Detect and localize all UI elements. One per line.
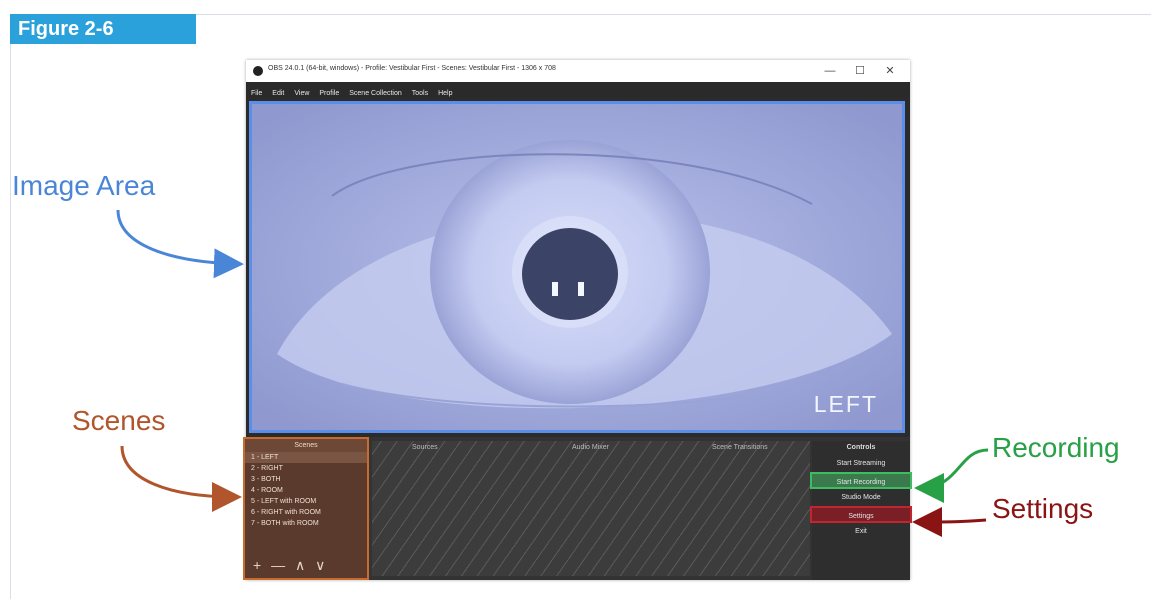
scenes-arrow (120, 445, 242, 512)
recording-arrow (914, 448, 989, 503)
settings-arrow (912, 506, 987, 537)
image-area-arrow (116, 209, 244, 279)
annotation-arrows (116, 209, 989, 537)
